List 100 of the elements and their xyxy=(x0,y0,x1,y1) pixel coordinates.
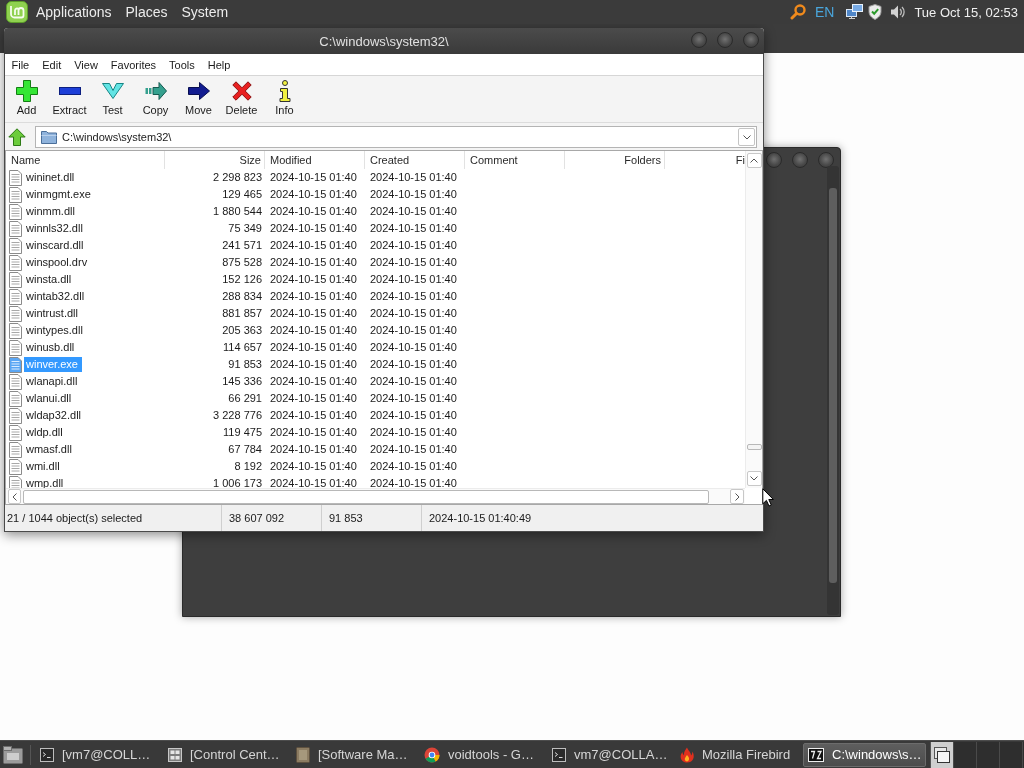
file-name[interactable]: winmm.dll xyxy=(24,204,79,219)
scroll-thumb[interactable] xyxy=(746,444,762,450)
file-name[interactable]: wlanapi.dll xyxy=(24,374,82,389)
toolbar-button[interactable]: Move xyxy=(177,76,220,118)
file-name[interactable]: wldp.dll xyxy=(24,425,67,440)
taskbar-button[interactable]: voidtools - G… xyxy=(419,742,542,767)
panel-menu[interactable]: Applications xyxy=(29,0,119,24)
file-name[interactable]: winusb.dll xyxy=(24,340,79,355)
file-name[interactable]: wintypes.dll xyxy=(24,323,87,338)
table-cell-text: 1 006 173 xyxy=(212,476,263,488)
table-cell-text: 2024-10-15 01:40 xyxy=(369,374,458,389)
caret-icon xyxy=(742,134,751,140)
minimize-button[interactable] xyxy=(691,32,707,48)
speaker-icon xyxy=(890,4,906,20)
file-icon xyxy=(9,356,22,373)
file-name[interactable]: wininet.dll xyxy=(24,170,79,185)
file-icon xyxy=(9,339,22,356)
file-name[interactable]: wldap32.dll xyxy=(24,408,86,423)
address-field[interactable]: C:\windows\system32\ xyxy=(35,126,757,148)
taskbar-button[interactable]: [vm7@COLL… xyxy=(35,742,158,767)
right-caret-icon xyxy=(734,492,740,501)
menu-item[interactable]: Edit xyxy=(35,56,68,73)
table-cell-text: 145 336 xyxy=(221,374,263,389)
menu-item[interactable]: Favorites xyxy=(104,56,163,73)
table-cell-text: 75 349 xyxy=(227,221,263,236)
file-icon xyxy=(9,322,22,339)
toolbar-button[interactable]: Test xyxy=(91,76,134,118)
table-cell-text: 1 880 544 xyxy=(212,204,263,219)
close-button[interactable] xyxy=(743,32,759,48)
scroll-thumb[interactable] xyxy=(829,188,837,583)
file-name[interactable]: wmi.dll xyxy=(24,459,64,474)
table-cell-text: 2024-10-15 01:40 xyxy=(369,340,458,355)
table-cell-text: 2024-10-15 01:40 xyxy=(269,221,358,236)
window-title: C:\windows\system32\ xyxy=(319,33,449,49)
table-cell-text: 2024-10-15 01:40 xyxy=(269,255,358,270)
table-cell-text: 2024-10-15 01:40 xyxy=(269,442,358,457)
logo-icon xyxy=(6,1,28,23)
scroll-right-button[interactable] xyxy=(730,489,744,504)
table-cell-text: 2024-10-15 01:40 xyxy=(269,340,358,355)
file-name[interactable]: wintab32.dll xyxy=(24,289,89,304)
workspace-switcher[interactable] xyxy=(930,741,1024,768)
file-name[interactable]: winspool.drv xyxy=(24,255,92,270)
right-arrow-icon xyxy=(187,82,210,100)
file-icon xyxy=(9,424,22,441)
table-cell-text: 3 228 776 xyxy=(212,408,263,423)
dropdown-button[interactable] xyxy=(738,128,755,146)
table-cell-text: 2024-10-15 01:40 xyxy=(269,357,358,372)
panel-menu[interactable]: System xyxy=(174,0,236,24)
table-cell-text: 2024-10-15 01:40 xyxy=(269,289,358,304)
menu-item[interactable]: Tools xyxy=(162,56,202,73)
toolbar-button[interactable]: Delete xyxy=(220,76,263,118)
table-cell-text: 2024-10-15 01:40 xyxy=(369,204,458,219)
browser-icon xyxy=(424,746,440,763)
table-cell-text: 114 657 xyxy=(222,340,263,355)
taskbar-button[interactable]: C:\windows\s… xyxy=(803,742,926,767)
maximize-button[interactable] xyxy=(717,32,733,48)
table-cell-text: 241 571 xyxy=(221,238,263,253)
file-name[interactable]: winsta.dll xyxy=(24,272,76,287)
file-name[interactable]: wlanui.dll xyxy=(24,391,76,406)
file-icon xyxy=(9,288,22,305)
close-button[interactable] xyxy=(818,152,834,168)
file-icon xyxy=(9,458,22,475)
up-caret-icon xyxy=(750,158,758,163)
table-cell-text: 66 291 xyxy=(227,391,263,406)
cross-icon xyxy=(231,81,252,101)
column-header[interactable]: Fi xyxy=(665,151,745,169)
menu-item[interactable]: File xyxy=(5,56,36,73)
toolbar-button[interactable]: Extract xyxy=(48,76,91,118)
taskbar-button[interactable]: Mozilla Firebird xyxy=(675,742,798,767)
file-name[interactable]: winmgmt.exe xyxy=(24,187,95,202)
file-name[interactable]: winnls32.dll xyxy=(24,221,87,236)
menu-item[interactable]: View xyxy=(67,56,105,73)
minus-icon xyxy=(58,87,81,95)
scroll-left-button[interactable] xyxy=(8,489,21,504)
scroll-down-button[interactable] xyxy=(746,471,762,486)
table-cell-text: 2024-10-15 01:40 xyxy=(269,187,358,202)
menu-item[interactable]: Help xyxy=(201,56,237,73)
status-text: 2024-10-15 01:40:49 xyxy=(428,511,533,526)
clock[interactable]: Tue Oct 15, 02:53 xyxy=(914,4,1018,20)
taskbar-button[interactable]: [Control Cent… xyxy=(163,742,286,767)
keyboard-layout-indicator[interactable]: EN xyxy=(814,0,835,24)
table-cell-text: 8 192 xyxy=(233,459,263,474)
toolbar-button[interactable]: Copy xyxy=(134,76,177,118)
maximize-button[interactable] xyxy=(792,152,808,168)
file-name[interactable]: wintrust.dll xyxy=(24,306,82,321)
dashed-arrow-icon xyxy=(144,82,167,100)
scroll-up-button[interactable] xyxy=(746,153,762,168)
toolbar-button[interactable]: Info xyxy=(263,76,306,118)
info-icon xyxy=(278,80,291,102)
table-cell-text: 2024-10-15 01:40 xyxy=(269,476,358,488)
up-button[interactable] xyxy=(8,128,26,146)
file-name[interactable]: wmasf.dll xyxy=(24,442,76,457)
scrollbar[interactable] xyxy=(745,151,762,488)
scrollbar[interactable] xyxy=(827,166,839,615)
panel-menu[interactable]: Places xyxy=(118,0,175,24)
toolbar-button[interactable]: Add xyxy=(5,76,48,118)
taskbar-button[interactable]: vm7@COLLA… xyxy=(547,742,670,767)
file-name[interactable]: winscard.dll xyxy=(24,238,88,253)
terminal-icon xyxy=(552,747,566,762)
taskbar-button[interactable]: [Software Ma… xyxy=(291,742,414,767)
